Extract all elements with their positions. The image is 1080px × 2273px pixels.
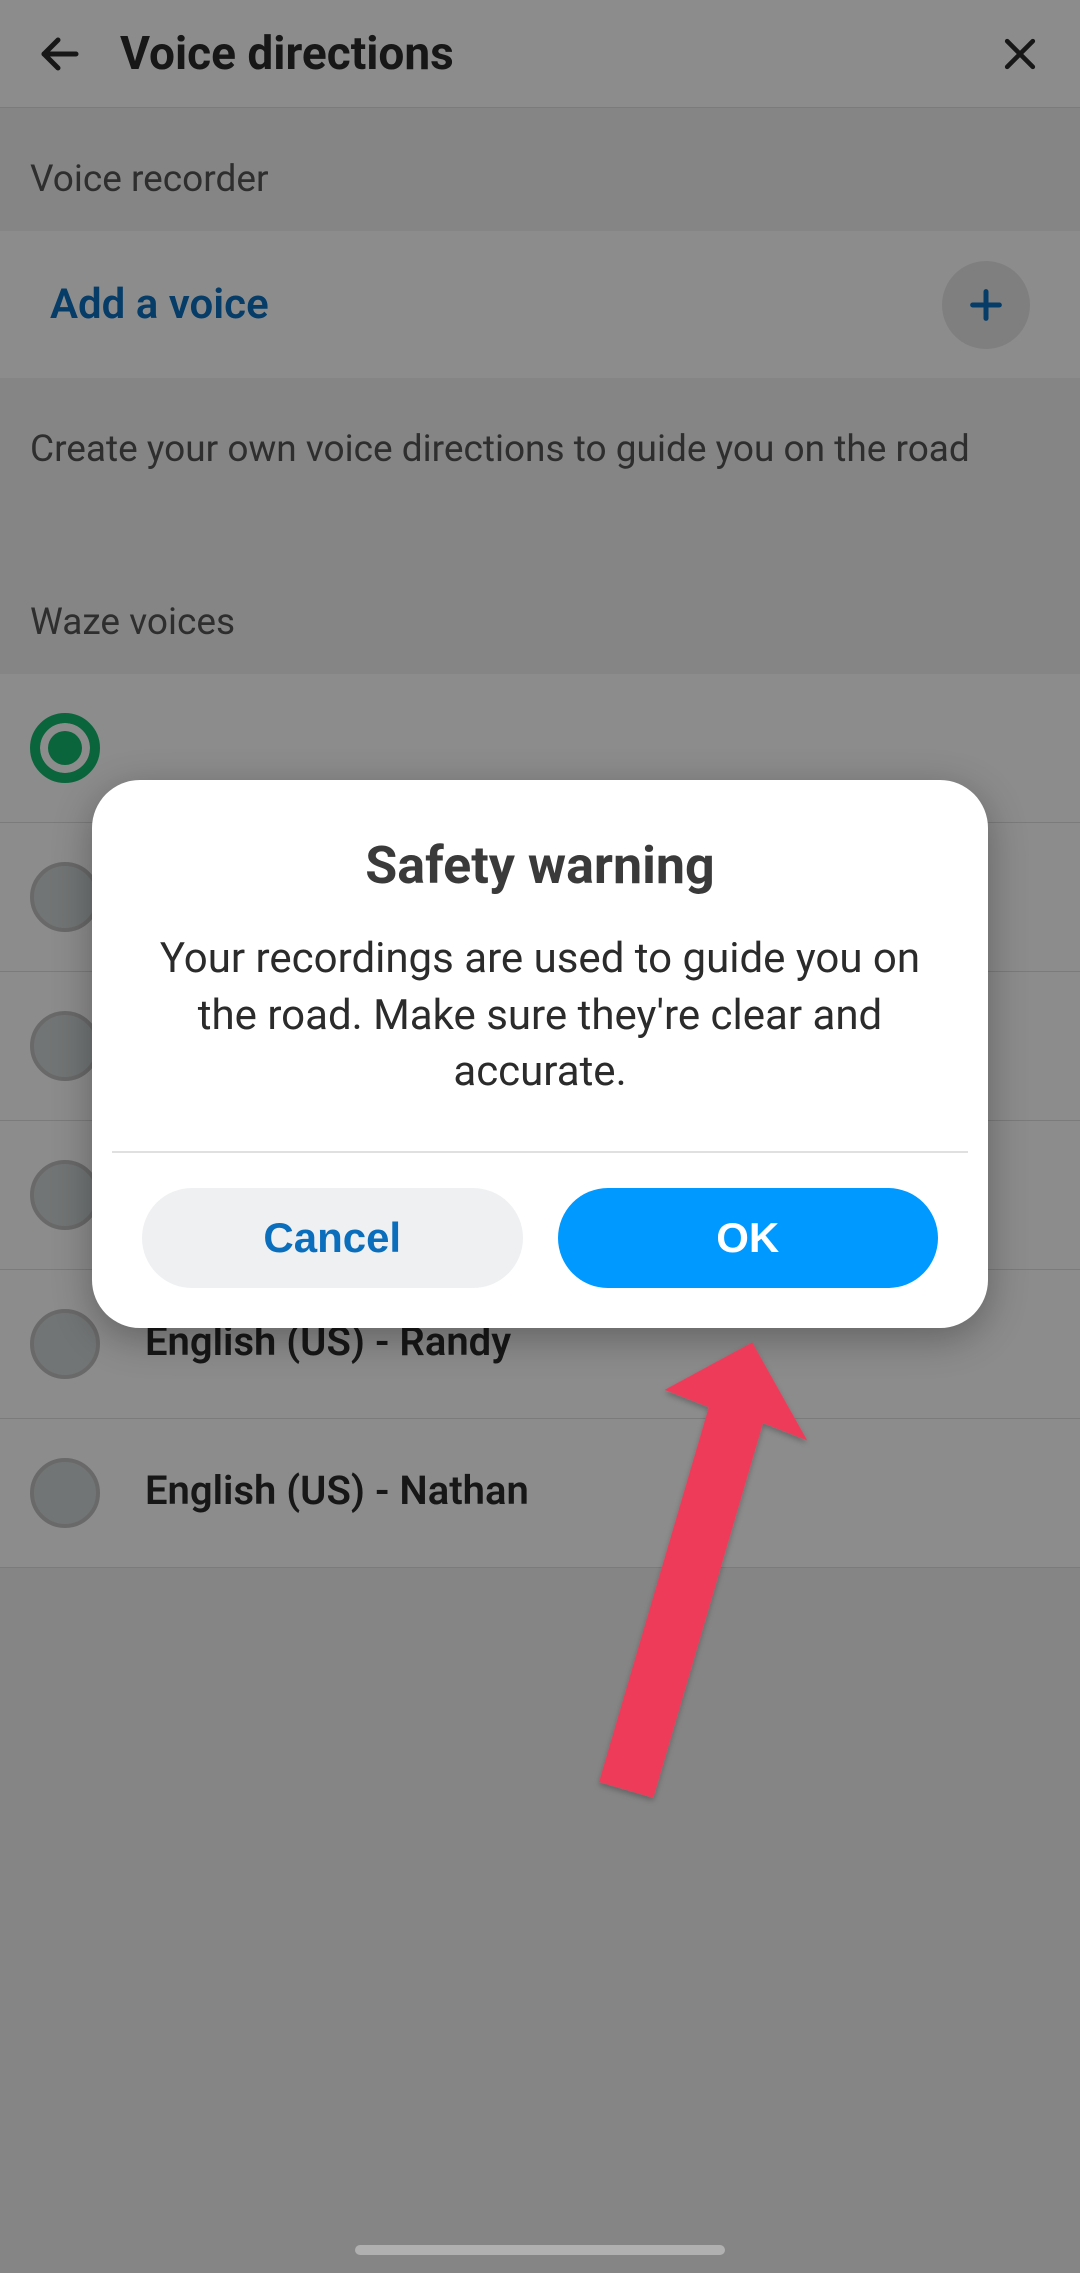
dialog-title: Safety warning (132, 835, 948, 896)
dialog-buttons: Cancel OK (132, 1188, 948, 1288)
safety-warning-dialog: Safety warning Your recordings are used … (92, 780, 988, 1328)
ok-button[interactable]: OK (558, 1188, 939, 1288)
dialog-divider (112, 1151, 968, 1153)
home-indicator (355, 2245, 725, 2255)
dialog-body: Your recordings are used to guide you on… (132, 931, 948, 1151)
cancel-button[interactable]: Cancel (142, 1188, 523, 1288)
